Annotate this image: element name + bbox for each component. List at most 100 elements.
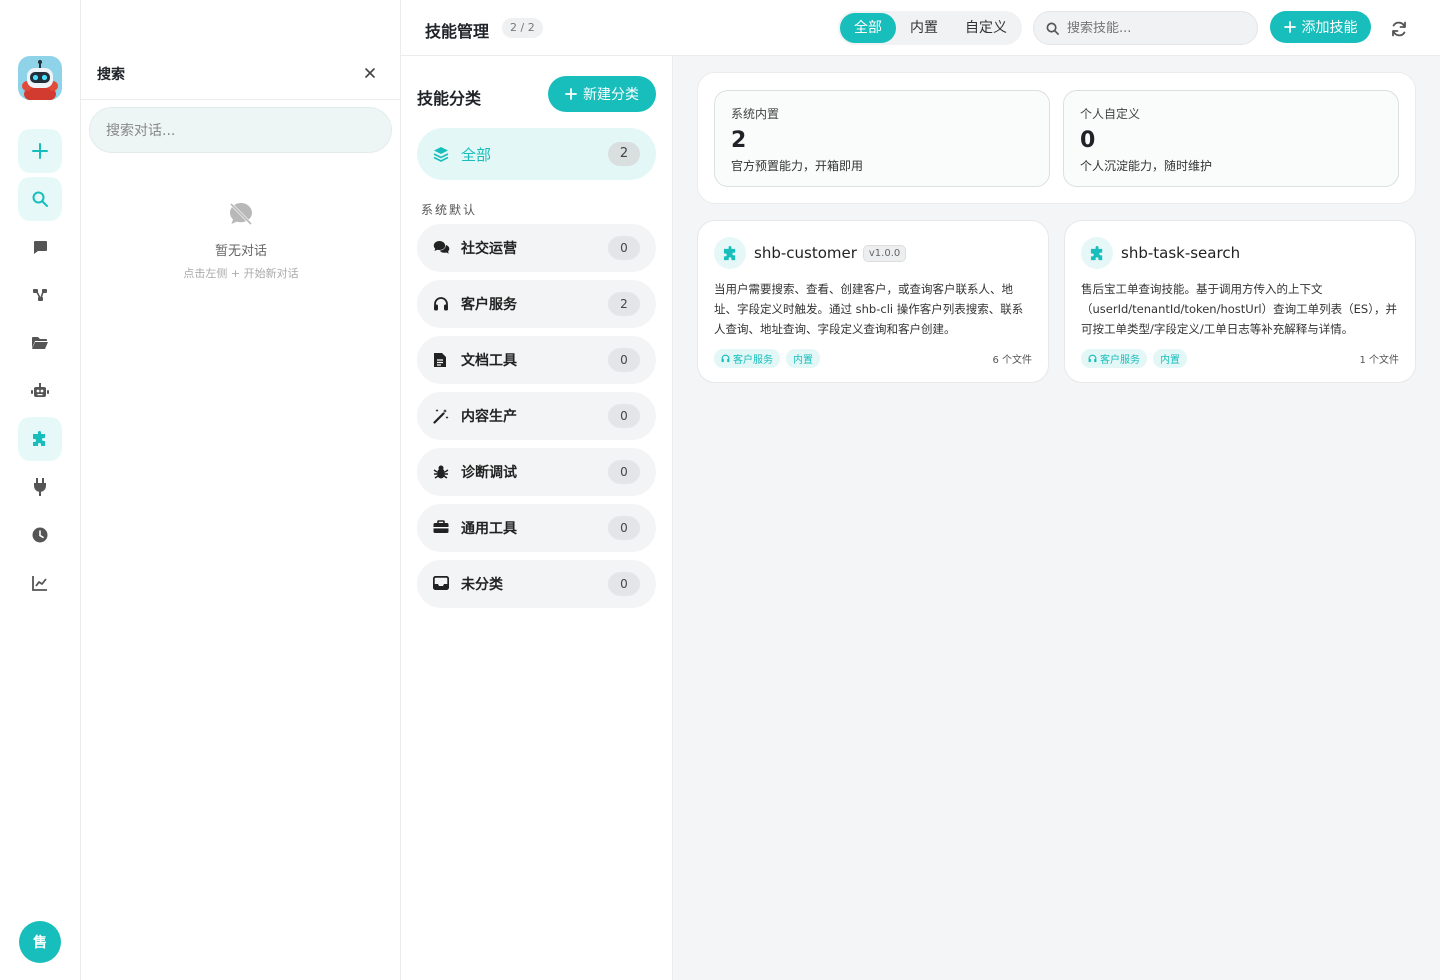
search-panel: 搜索 搜索对话... 暂无对话 点击左侧 + 开始新对话 [81, 0, 401, 980]
stat-desc: 官方预置能力，开箱即用 [731, 159, 864, 173]
rail-chat-button[interactable] [18, 225, 62, 269]
category-item-customer-service[interactable]: 客户服务 2 [417, 280, 656, 328]
skill-card[interactable]: shb-customer v1.0.0 当用户需要搜索、查看、创建客户，或查询客… [697, 220, 1049, 383]
category-item-utilities[interactable]: 通用工具 0 [417, 504, 656, 552]
plus-icon [1283, 21, 1296, 33]
section-label: 系统默认 [421, 203, 478, 217]
new-chat-button[interactable] [18, 129, 62, 173]
new-category-label: 新建分类 [583, 87, 639, 103]
category-item-all[interactable]: 全部 2 [417, 128, 656, 180]
refresh-icon [1392, 21, 1406, 37]
category-count: 0 [608, 516, 640, 540]
category-item-debug[interactable]: 诊断调试 0 [417, 448, 656, 496]
rail-skills-button[interactable] [18, 417, 62, 461]
skill-header: shb-task-search [1081, 237, 1399, 269]
search-panel-title: 搜索 [97, 67, 125, 83]
rail-plugin-button[interactable] [18, 465, 62, 509]
category-label: 社交运营 [461, 241, 517, 257]
category-count: 0 [608, 236, 640, 260]
stat-label: 系统内置 [731, 107, 780, 121]
app-logo[interactable] [18, 56, 62, 100]
category-label: 未分类 [461, 577, 503, 593]
skill-description: 当用户需要搜索、查看、创建客户，或查询客户联系人、地址、字段定义时触发。通过 s… [714, 282, 1024, 336]
skill-name: shb-task-search [1121, 244, 1241, 262]
puzzle-icon [714, 237, 746, 269]
top-header: 技能管理 2 / 2 全部 内置 自定义 添加技能 [401, 0, 1440, 56]
skill-header: shb-customer v1.0.0 [714, 237, 1032, 269]
plus-icon [32, 143, 48, 159]
skill-name: shb-customer [754, 244, 857, 262]
plus-icon [565, 88, 577, 100]
rail-workflow-button[interactable] [18, 273, 62, 317]
search-icon [32, 191, 48, 207]
comments-icon [433, 240, 450, 256]
bug-icon [433, 464, 449, 480]
robot-icon [31, 383, 49, 397]
close-panel-button[interactable] [363, 66, 377, 80]
rail-search-button[interactable] [18, 177, 62, 221]
tag-label: 客户服务 [1100, 355, 1140, 366]
category-item-uncategorized[interactable]: 未分类 0 [417, 560, 656, 608]
category-panel: 技能分类 新建分类 全部 2 系统默认 社交运营 0 客户服务 2 文档工具 0 [401, 56, 673, 980]
skill-card[interactable]: shb-task-search 售后宝工单查询技能。基于调用方传入的上下文（us… [1064, 220, 1416, 383]
skill-search-input[interactable] [1067, 20, 1247, 36]
chat-icon [34, 241, 47, 254]
skill-footer: 客户服务 内置 6 个文件 [714, 349, 1032, 368]
rail-analytics-button[interactable] [18, 561, 62, 605]
rail-history-button[interactable] [18, 513, 62, 557]
add-skill-label: 添加技能 [1301, 20, 1358, 36]
new-category-button[interactable]: 新建分类 [548, 76, 656, 112]
workflow-icon [33, 289, 47, 301]
stats-card: 系统内置 2 官方预置能力，开箱即用 个人自定义 0 个人沉淀能力，随时维护 [697, 72, 1416, 204]
category-tag[interactable]: 客户服务 [1081, 349, 1147, 368]
empty-state: 暂无对话 点击左侧 + 开始新对话 [81, 200, 401, 281]
headset-icon [721, 354, 730, 363]
search-icon [1046, 22, 1059, 35]
category-count: 0 [608, 404, 640, 428]
category-count: 2 [608, 142, 640, 166]
search-panel-header: 搜索 [81, 0, 400, 100]
add-skill-button[interactable]: 添加技能 [1270, 11, 1371, 43]
rail-folder-button[interactable] [18, 321, 62, 365]
skill-filter-tabs: 全部 内置 自定义 [838, 11, 1022, 45]
category-count: 0 [608, 460, 640, 484]
category-item-content[interactable]: 内容生产 0 [417, 392, 656, 440]
file-count: 1 个文件 [1359, 355, 1399, 366]
category-count: 2 [608, 292, 640, 316]
category-label: 全部 [461, 145, 492, 164]
tab-builtin[interactable]: 内置 [896, 13, 952, 43]
category-label: 内容生产 [461, 409, 517, 425]
layers-icon [433, 146, 449, 162]
category-label: 文档工具 [461, 353, 517, 369]
skill-description: 售后宝工单查询技能。基于调用方传入的上下文（userId/tenantId/to… [1081, 282, 1397, 336]
tag-label: 客户服务 [733, 355, 773, 366]
close-icon [365, 68, 375, 78]
refresh-button[interactable] [1390, 20, 1408, 38]
category-count: 0 [608, 348, 640, 372]
headset-icon [1088, 354, 1097, 363]
stat-builtin: 系统内置 2 官方预置能力，开箱即用 [714, 90, 1050, 187]
puzzle-icon [33, 431, 45, 446]
conversation-search-input[interactable]: 搜索对话... [89, 107, 392, 153]
skill-count-badge: 2 / 2 [502, 18, 543, 38]
nav-rail: 售 [0, 0, 81, 980]
skills-main: 系统内置 2 官方预置能力，开箱即用 个人自定义 0 个人沉淀能力，随时维护 s… [673, 56, 1440, 980]
toolbox-icon [433, 520, 449, 536]
folder-open-icon [32, 337, 48, 349]
user-avatar[interactable]: 售 [19, 921, 61, 963]
magic-wand-icon [433, 408, 449, 424]
category-tag[interactable]: 客户服务 [714, 349, 780, 368]
category-item-docs[interactable]: 文档工具 0 [417, 336, 656, 384]
rail-robot-button[interactable] [18, 369, 62, 413]
category-item-social[interactable]: 社交运营 0 [417, 224, 656, 272]
version-badge: v1.0.0 [862, 244, 907, 262]
no-chat-icon [227, 200, 255, 228]
inbox-icon [433, 576, 449, 592]
category-label: 诊断调试 [461, 465, 517, 481]
type-tag[interactable]: 内置 [1153, 349, 1187, 368]
tab-custom[interactable]: 自定义 [952, 13, 1020, 43]
type-tag[interactable]: 内置 [786, 349, 820, 368]
skill-footer: 客户服务 内置 1 个文件 [1081, 349, 1399, 368]
stat-custom: 个人自定义 0 个人沉淀能力，随时维护 [1063, 90, 1399, 187]
tab-all[interactable]: 全部 [840, 13, 896, 43]
